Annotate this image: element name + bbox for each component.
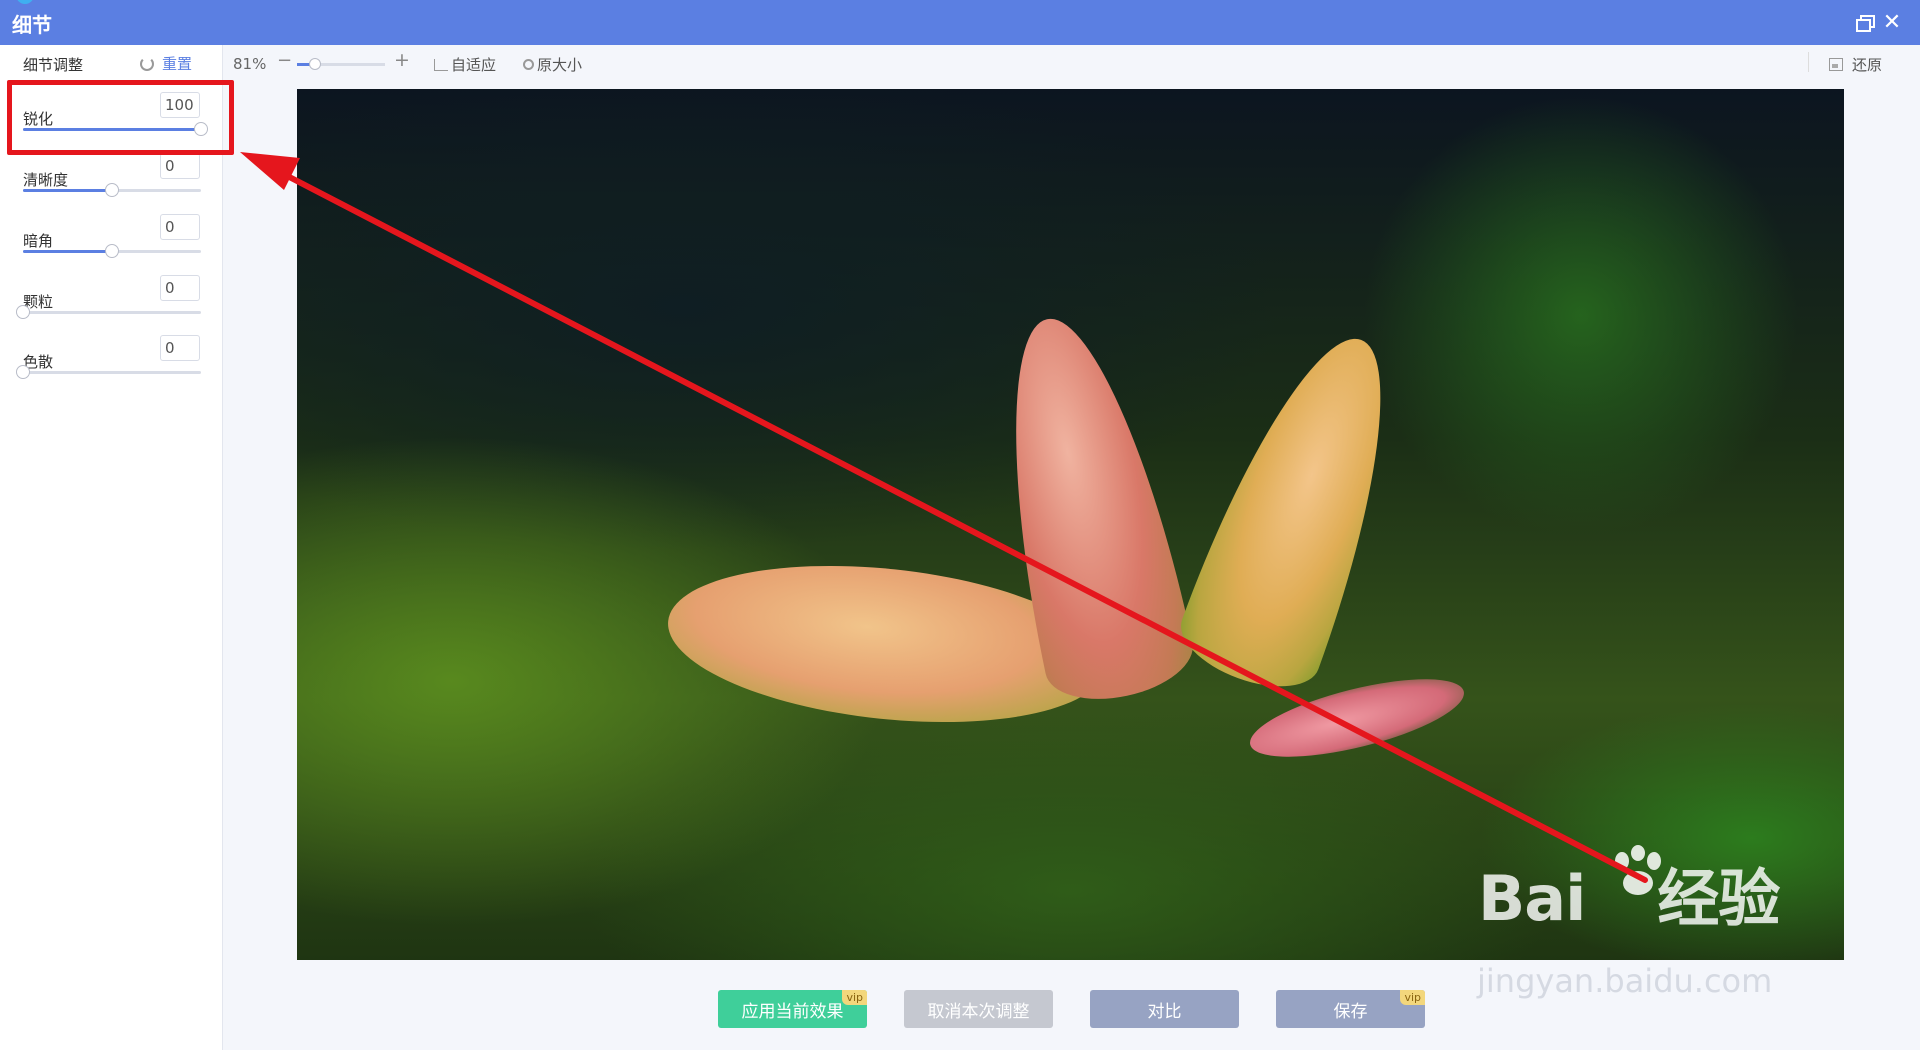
annotation-arrow (240, 152, 1648, 883)
